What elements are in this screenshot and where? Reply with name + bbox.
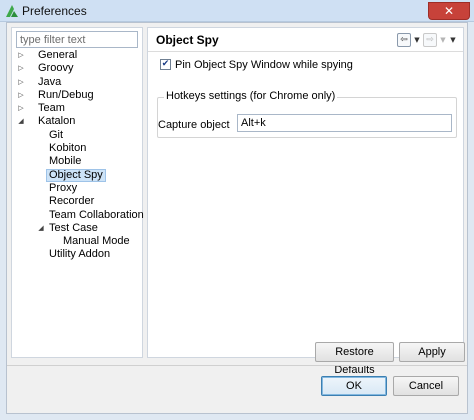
preference-page: Object Spy ⇦ ▼ ⇨ ▼ ▼ ✔ Pin Object Spy Wi… <box>147 27 464 358</box>
window-frame: ▷ General ▷ Groovy ▷ Java ▷ Run/Debug ▷ Team ◢ Kata… <box>0 22 474 420</box>
tree-item-label: Java <box>38 75 62 88</box>
tree-item-label: Proxy <box>49 181 78 194</box>
tree-item[interactable]: Object Spy <box>12 168 142 182</box>
tree-item-label: General <box>38 49 78 61</box>
tree-item[interactable]: ▷ Groovy <box>12 62 142 75</box>
tree-item-label: Mobile <box>49 155 82 168</box>
pin-spy-option[interactable]: ✔ Pin Object Spy Window while spying <box>160 58 353 71</box>
pin-spy-checkbox[interactable]: ✔ <box>160 59 171 70</box>
tree-item-label: Recorder <box>49 195 95 208</box>
window-title: Preferences <box>22 4 87 18</box>
tree-item[interactable]: Proxy <box>12 182 142 195</box>
page-title: Object Spy <box>156 33 219 47</box>
close-icon: ✕ <box>443 4 455 18</box>
cancel-button[interactable]: Cancel <box>393 376 459 396</box>
tree-item[interactable]: ▷ Team <box>12 102 142 115</box>
tree-item-label: Team Collaboration <box>49 208 144 221</box>
tree-item-label: Kobiton <box>49 142 87 155</box>
katalon-app-icon <box>6 5 18 17</box>
tree-item[interactable]: Mobile <box>12 155 142 168</box>
tree-item-label: Utility Addon <box>49 248 111 261</box>
pin-spy-label[interactable]: Pin Object Spy Window while spying <box>175 59 353 71</box>
tree-item-label: Git <box>49 128 64 141</box>
page-header: Object Spy ⇦ ▼ ⇨ ▼ ▼ <box>148 28 463 52</box>
expanded-arrow-icon[interactable]: ◢ <box>36 222 46 235</box>
tree-item[interactable]: ◢ Test Case <box>12 222 142 235</box>
collapsed-arrow-icon[interactable]: ▷ <box>16 62 26 75</box>
expanded-arrow-icon[interactable]: ◢ <box>16 115 26 128</box>
capture-object-field[interactable]: Alt+k <box>237 114 452 132</box>
button-bar-separator <box>7 365 467 366</box>
dialog-client: ▷ General ▷ Groovy ▷ Java ▷ Run/Debug ▷ Team ◢ Kata… <box>6 22 468 414</box>
ok-button[interactable]: OK <box>321 376 387 396</box>
collapsed-arrow-icon[interactable]: ▷ <box>16 89 26 102</box>
collapsed-arrow-icon[interactable]: ▷ <box>16 49 26 62</box>
tree-item[interactable]: ▷ Java <box>12 76 142 89</box>
tree-item-label: Katalon <box>38 115 76 128</box>
tree-item[interactable]: Kobiton <box>12 142 142 155</box>
tree-item[interactable]: Team Collaboration <box>12 208 144 222</box>
preferences-tree-pane: ▷ General ▷ Groovy ▷ Java ▷ Run/Debug ▷ Team ◢ Kata… <box>11 27 144 358</box>
capture-object-label: Capture object <box>158 119 230 131</box>
tree-item-label: Object Spy <box>46 168 106 182</box>
filter-input[interactable] <box>16 31 138 48</box>
tree-item-label: Run/Debug <box>38 88 94 101</box>
tree-item[interactable]: Recorder <box>12 195 142 208</box>
tree-item[interactable]: Manual Mode <box>12 235 142 248</box>
tree-item[interactable]: Git <box>12 129 142 142</box>
apply-button[interactable]: Apply <box>399 342 465 362</box>
forward-history-dropdown-icon[interactable]: ▼ <box>439 33 447 47</box>
back-history-dropdown-icon[interactable]: ▼ <box>413 33 421 47</box>
close-button[interactable]: ✕ <box>428 2 470 20</box>
collapsed-arrow-icon[interactable]: ▷ <box>16 76 26 89</box>
forward-button[interactable]: ⇨ <box>423 33 437 47</box>
collapsed-arrow-icon[interactable]: ▷ <box>16 102 26 115</box>
title-bar: Preferences ✕ <box>0 0 474 22</box>
restore-defaults-button[interactable]: Restore Defaults <box>315 342 394 376</box>
tree-item[interactable]: ◢ Katalon <box>12 115 142 128</box>
tree-item-label: Manual Mode <box>63 235 130 248</box>
tree-item-label: Groovy <box>38 62 74 75</box>
back-button[interactable]: ⇦ <box>397 33 411 47</box>
view-menu-icon[interactable]: ▼ <box>449 33 457 47</box>
hotkeys-group-title: Hotkeys settings (for Chrome only) <box>164 90 338 102</box>
tree-item[interactable]: ▷ General <box>12 49 142 62</box>
forward-arrow-icon: ⇨ <box>426 35 434 45</box>
tree-item[interactable]: ▷ Run/Debug <box>12 89 142 102</box>
tree-item[interactable]: Utility Addon <box>12 248 142 261</box>
tree-item-label: Team <box>38 102 65 115</box>
tree-item-label: Test Case <box>49 221 98 234</box>
back-arrow-icon: ⇦ <box>400 35 408 45</box>
checkmark-icon: ✔ <box>161 59 170 69</box>
preferences-tree: ▷ General ▷ Groovy ▷ Java ▷ Run/Debug ▷ Team ◢ Kata… <box>12 49 144 262</box>
page-navigation: ⇦ ▼ ⇨ ▼ ▼ <box>397 32 457 48</box>
